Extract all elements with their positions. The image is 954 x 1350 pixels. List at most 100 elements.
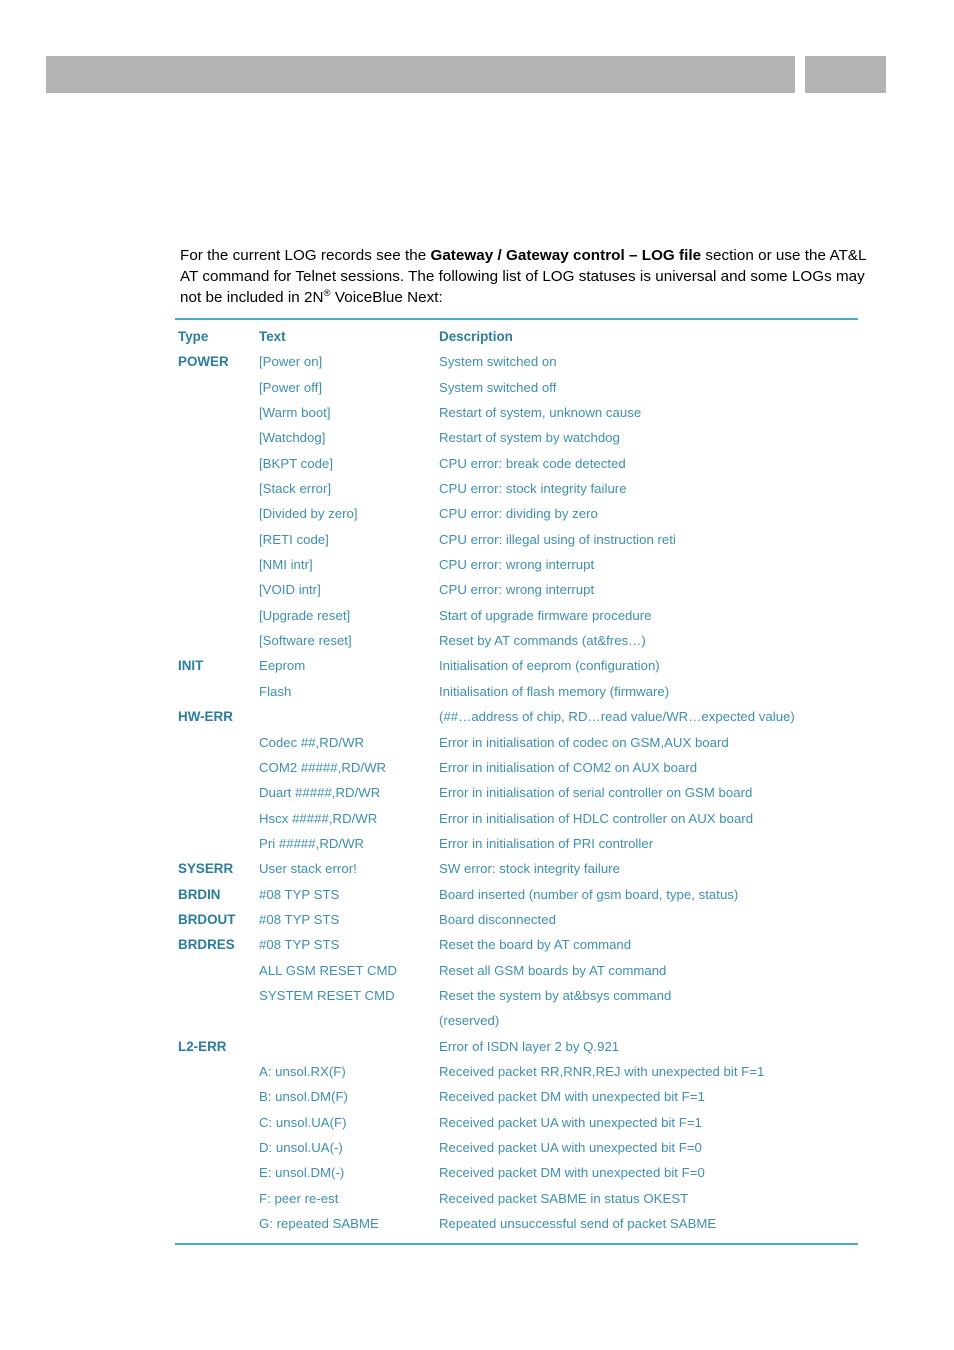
table-row: BRDOUT #08 TYP STS Board disconnected (175, 911, 858, 936)
cell-description: Reset the board by AT command (439, 937, 632, 953)
cell-text: C: unsol.UA(F) (259, 1114, 347, 1130)
cell-description: Reset by AT commands (at&fres…) (439, 633, 646, 649)
cell-type: BRDIN (178, 886, 221, 902)
cell-text: [Upgrade reset] (259, 607, 351, 623)
cell-text: #08 TYP STS (259, 911, 340, 927)
table-row: G: repeated SABME Repeated unsuccessful s… (175, 1215, 858, 1240)
table-row: HW-ERR (##…address of chip, RD…read value… (175, 708, 858, 733)
table-row: [Power off] System switched off (175, 379, 858, 404)
table-row: INIT Eeprom Initialisation of eeprom (conf… (175, 657, 858, 682)
cell-text: G: repeated SABME (259, 1216, 379, 1232)
table-row: [Divided by zero] CPU error: dividing by … (175, 505, 858, 530)
table-header-row: Type Text Description (175, 328, 858, 353)
header-block-right (805, 56, 886, 93)
cell-description: Received packet UA with unexpected bit F… (439, 1114, 702, 1130)
cell-description: Error in initialisation of HDLC controll… (439, 810, 754, 826)
cell-text: [NMI intr] (259, 557, 313, 573)
table-row: POWER [Power on] System switched on (175, 353, 858, 378)
cell-description: Error in initialisation of codec on GSM,… (439, 734, 729, 750)
cell-description: (reserved) (439, 1013, 500, 1029)
column-header-text: Text (259, 329, 286, 344)
cell-description: Error of ISDN layer 2 by Q.921 (439, 1038, 620, 1054)
cell-description: CPU error: illegal using of instruction … (439, 531, 676, 547)
table-row: (reserved) (175, 1012, 858, 1037)
cell-text: A: unsol.RX(F) (259, 1063, 346, 1079)
cell-description: Received packet SABME in status OKEST (439, 1190, 689, 1206)
cell-text: Pri #####,RD/WR (259, 835, 365, 851)
cell-description: Reset the system by at&bsys command (439, 987, 672, 1003)
header-block-left (46, 56, 795, 93)
intro-text-part1: For the current LOG records see the (180, 247, 431, 265)
cell-description: System switched off (439, 379, 557, 395)
cell-text: [Power off] (259, 379, 323, 395)
cell-description: Start of upgrade firmware procedure (439, 607, 652, 623)
cell-description: Error in initialisation of COM2 on AUX b… (439, 759, 698, 775)
registered-mark-icon: ® (323, 287, 331, 299)
cell-description: Restart of system, unknown cause (439, 405, 642, 421)
table-row: [Software reset] Reset by AT commands (at… (175, 632, 858, 657)
cell-type: BRDRES (178, 937, 235, 953)
cell-description: System switched on (439, 354, 557, 370)
cell-text: Codec ##,RD/WR (259, 734, 365, 750)
cell-description: (##…address of chip, RD…read value/WR…ex… (439, 709, 795, 725)
table-row: A: unsol.RX(F) Received packet RR,RNR,REJ… (175, 1063, 858, 1088)
intro-text-part3: VoiceBlue Next: (330, 288, 443, 306)
cell-description: Received packet UA with unexpected bit F… (439, 1140, 702, 1155)
table-row: SYSTEM RESET CMD Reset the system by at&b… (175, 987, 858, 1012)
table-row: [RETI code] CPU error: illegal using of i… (175, 531, 858, 556)
cell-description: Received packet DM with unexpected bit F… (439, 1165, 705, 1181)
cell-description: CPU error: stock integrity failure (439, 481, 627, 497)
table-row: [Watchdog] Restart of system by watchdog (175, 429, 858, 454)
log-status-table: Type Text Description POWER [Power on] Sys… (175, 318, 858, 1246)
table-row: [VOID intr] CPU error: wrong interrupt (175, 581, 858, 606)
table-row: D: unsol.UA(-) Received packet UA with un… (175, 1139, 858, 1164)
table-row: Codec ##,RD/WR Error in initialisation of… (175, 734, 858, 759)
cell-description: Board inserted (number of gsm board, typ… (439, 886, 739, 902)
cell-text: Duart #####,RD/WR (259, 785, 381, 801)
cell-text: #08 TYP STS (259, 886, 340, 902)
intro-paragraph: For the current LOG records see the Gate… (180, 246, 886, 308)
cell-text: [Watchdog] (259, 430, 326, 446)
cell-text: [Divided by zero] (259, 506, 358, 522)
cell-text: User stack error! (259, 861, 357, 877)
cell-text: [Software reset] (259, 633, 352, 649)
cell-description: Error in initialisation of serial contro… (439, 785, 753, 801)
cell-description: SW error: stock integrity failure (439, 861, 620, 877)
cell-text: COM2 #####,RD/WR (259, 759, 387, 775)
cell-text: Eeprom (259, 658, 306, 674)
cell-text: ALL GSM RESET CMD (259, 962, 398, 978)
cell-type: INIT (178, 658, 204, 674)
cell-text: B: unsol.DM(F) (259, 1089, 348, 1105)
cell-description: CPU error: dividing by zero (439, 506, 598, 522)
cell-text: [BKPT code] (259, 455, 334, 471)
cell-description: CPU error: wrong interrupt (439, 557, 595, 573)
cell-type: L2-ERR (178, 1038, 227, 1054)
cell-type: HW-ERR (178, 709, 233, 725)
intro-bold-reference: Gateway / Gateway control – LOG file (430, 247, 702, 265)
cell-description: CPU error: wrong interrupt (439, 582, 595, 598)
table-row: [NMI intr] CPU error: wrong interrupt (175, 556, 858, 581)
cell-text: [Warm boot] (259, 405, 331, 421)
page-header-band (0, 56, 954, 93)
cell-description: CPU error: break code detected (439, 455, 626, 471)
cell-description: Received packet DM with unexpected bit F… (439, 1089, 705, 1105)
cell-description: Repeated unsuccessful send of packet SAB… (439, 1216, 717, 1232)
table-row: BRDIN #08 TYP STS Board inserted (number o… (175, 886, 858, 911)
cell-text: [Stack error] (259, 481, 332, 497)
table-row: COM2 #####,RD/WR Error in initialisation … (175, 759, 858, 784)
table-row: ALL GSM RESET CMD Reset all GSM boards by… (175, 962, 858, 987)
cell-description: Initialisation of eeprom (configuration) (439, 658, 660, 674)
cell-description: Received packet RR,RNR,REJ with unexpect… (439, 1063, 765, 1079)
table-row: [Warm boot] Restart of system, unknown ca… (175, 404, 858, 429)
cell-text: D: unsol.UA(-) (259, 1140, 343, 1155)
cell-text: Flash (259, 683, 292, 699)
table-row: [Stack error] CPU error: stock integrity … (175, 480, 858, 505)
cell-type: POWER (178, 354, 229, 370)
table-row: SYSERR User stack error! SW error: stock i… (175, 860, 858, 885)
cell-text: [Power on] (259, 354, 323, 370)
cell-text: SYSTEM RESET CMD (259, 987, 395, 1003)
table-row: Hscx #####,RD/WR Error in initialisation … (175, 810, 858, 835)
cell-text: [VOID intr] (259, 582, 321, 598)
cell-type: BRDOUT (178, 911, 236, 927)
cell-description: Board disconnected (439, 911, 556, 927)
